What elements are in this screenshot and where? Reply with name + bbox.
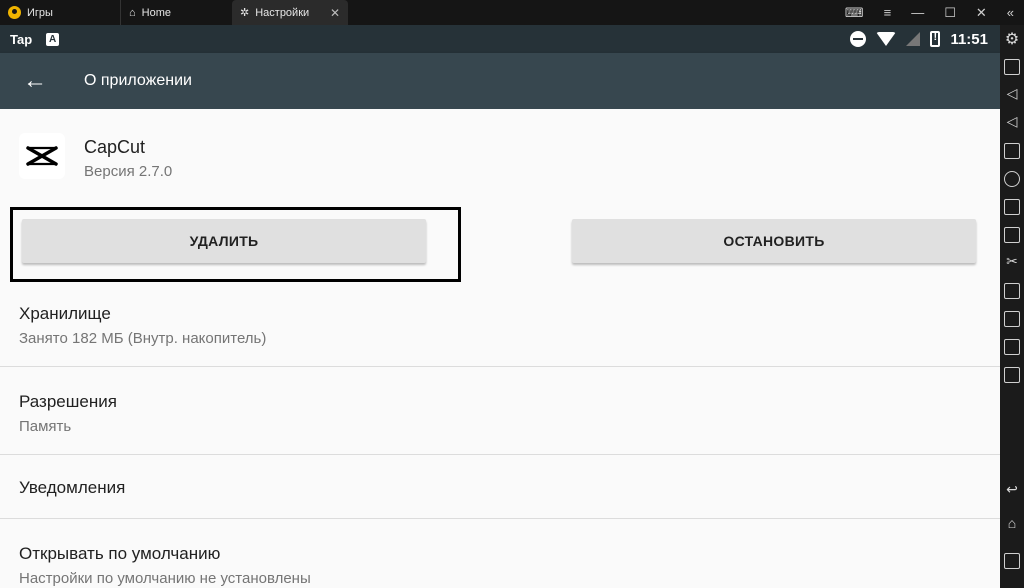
window-controls: ⌨ ≡ — ☐ ✕ « <box>845 0 1024 25</box>
close-window-icon[interactable]: ✕ <box>976 5 987 21</box>
sync-icon[interactable] <box>1004 311 1020 327</box>
permissions-title: Разрешения <box>19 392 117 411</box>
keyboard-icon[interactable] <box>1004 59 1020 75</box>
home-icon: ⌂ <box>129 6 136 19</box>
volume-down-icon[interactable]: ◁ <box>1000 113 1024 130</box>
tab-settings[interactable]: ✲ Настройки ✕ <box>232 0 348 25</box>
android-recents-icon[interactable] <box>1004 553 1020 569</box>
tab-home-label: Home <box>141 6 171 19</box>
battery-alert-icon <box>930 31 941 47</box>
maximize-icon[interactable]: ☐ <box>944 5 956 21</box>
notification-a-icon: A <box>46 32 60 46</box>
settings-gear-icon: ✲ <box>240 7 250 19</box>
wifi-icon <box>876 32 897 46</box>
clock: 11:51 <box>950 30 988 48</box>
app-bar: ← О приложении <box>0 53 1000 109</box>
tab-home[interactable]: ⌂ Home <box>120 0 230 25</box>
tap-label: Tap <box>10 31 33 47</box>
android-home-icon[interactable]: ⌂ <box>1000 515 1024 531</box>
apk-icon[interactable] <box>1004 227 1020 243</box>
tab-games-label: Игры <box>27 6 53 19</box>
tab-games[interactable]: Игры <box>0 0 118 25</box>
video-icon[interactable] <box>1004 283 1020 299</box>
app-name: CapCut <box>84 137 146 157</box>
storage-row[interactable]: Хранилище Занято 182 МБ (Внутр. накопите… <box>0 283 1000 367</box>
permissions-subtitle: Память <box>19 418 72 435</box>
volume-up-icon[interactable]: ◁ <box>1000 85 1024 102</box>
force-stop-button[interactable]: ОСТАНОВИТЬ <box>572 219 976 263</box>
app-info-content: CapCut Версия 2.7.0 УДАЛИТЬ ОСТАНОВИТЬ Х… <box>0 109 1000 588</box>
app-header: CapCut Версия 2.7.0 <box>0 109 1000 199</box>
page-title: О приложении <box>84 72 192 89</box>
tab-settings-label: Настройки <box>255 6 310 19</box>
permissions-row[interactable]: Разрешения Память <box>0 367 1000 455</box>
do-not-disturb-icon <box>850 31 867 47</box>
capcut-app-icon <box>19 133 65 179</box>
game-logo-icon <box>8 6 21 19</box>
app-version: Версия 2.7.0 <box>84 163 173 180</box>
add-app-icon[interactable] <box>1004 199 1020 215</box>
android-status-bar: Tap A 11:51 <box>0 25 1000 53</box>
more-icon[interactable] <box>1004 367 1020 383</box>
storage-title: Хранилище <box>19 304 111 323</box>
collapse-sidebar-icon[interactable]: « <box>1007 5 1014 20</box>
open-by-default-title: Открывать по умолчанию <box>19 544 221 563</box>
notifications-title: Уведомления <box>19 478 126 497</box>
minimize-icon[interactable]: — <box>911 5 924 20</box>
settings-icon[interactable]: ⚙ <box>1000 29 1024 49</box>
gamepad-icon[interactable]: ⌨ <box>845 5 864 21</box>
shake-icon[interactable] <box>1004 339 1020 355</box>
notifications-row[interactable]: Уведомления <box>0 455 1000 519</box>
tab-close-icon[interactable]: ✕ <box>330 6 340 20</box>
menu-icon[interactable]: ≡ <box>884 5 892 20</box>
uninstall-button[interactable]: УДАЛИТЬ <box>22 219 426 263</box>
android-back-icon[interactable]: ↩ <box>1000 481 1024 498</box>
emulator-toolbar: ⚙ ◁ ◁ ✂ ↩ ⌂ <box>1000 25 1024 588</box>
emulator-tab-bar: Игры ⌂ Home ✲ Настройки ✕ ⌨ ≡ — ☐ ✕ « <box>0 0 1024 25</box>
scissors-icon[interactable]: ✂ <box>1000 253 1024 270</box>
no-signal-icon <box>906 32 921 46</box>
back-arrow-icon[interactable]: ← <box>20 66 50 96</box>
record-icon[interactable] <box>1004 171 1020 187</box>
open-by-default-subtitle: Настройки по умолчанию не установлены <box>19 570 311 587</box>
storage-subtitle: Занято 182 МБ (Внутр. накопитель) <box>19 330 267 347</box>
screenshot-icon[interactable] <box>1004 143 1020 159</box>
open-by-default-row[interactable]: Открывать по умолчанию Настройки по умол… <box>0 519 1000 588</box>
